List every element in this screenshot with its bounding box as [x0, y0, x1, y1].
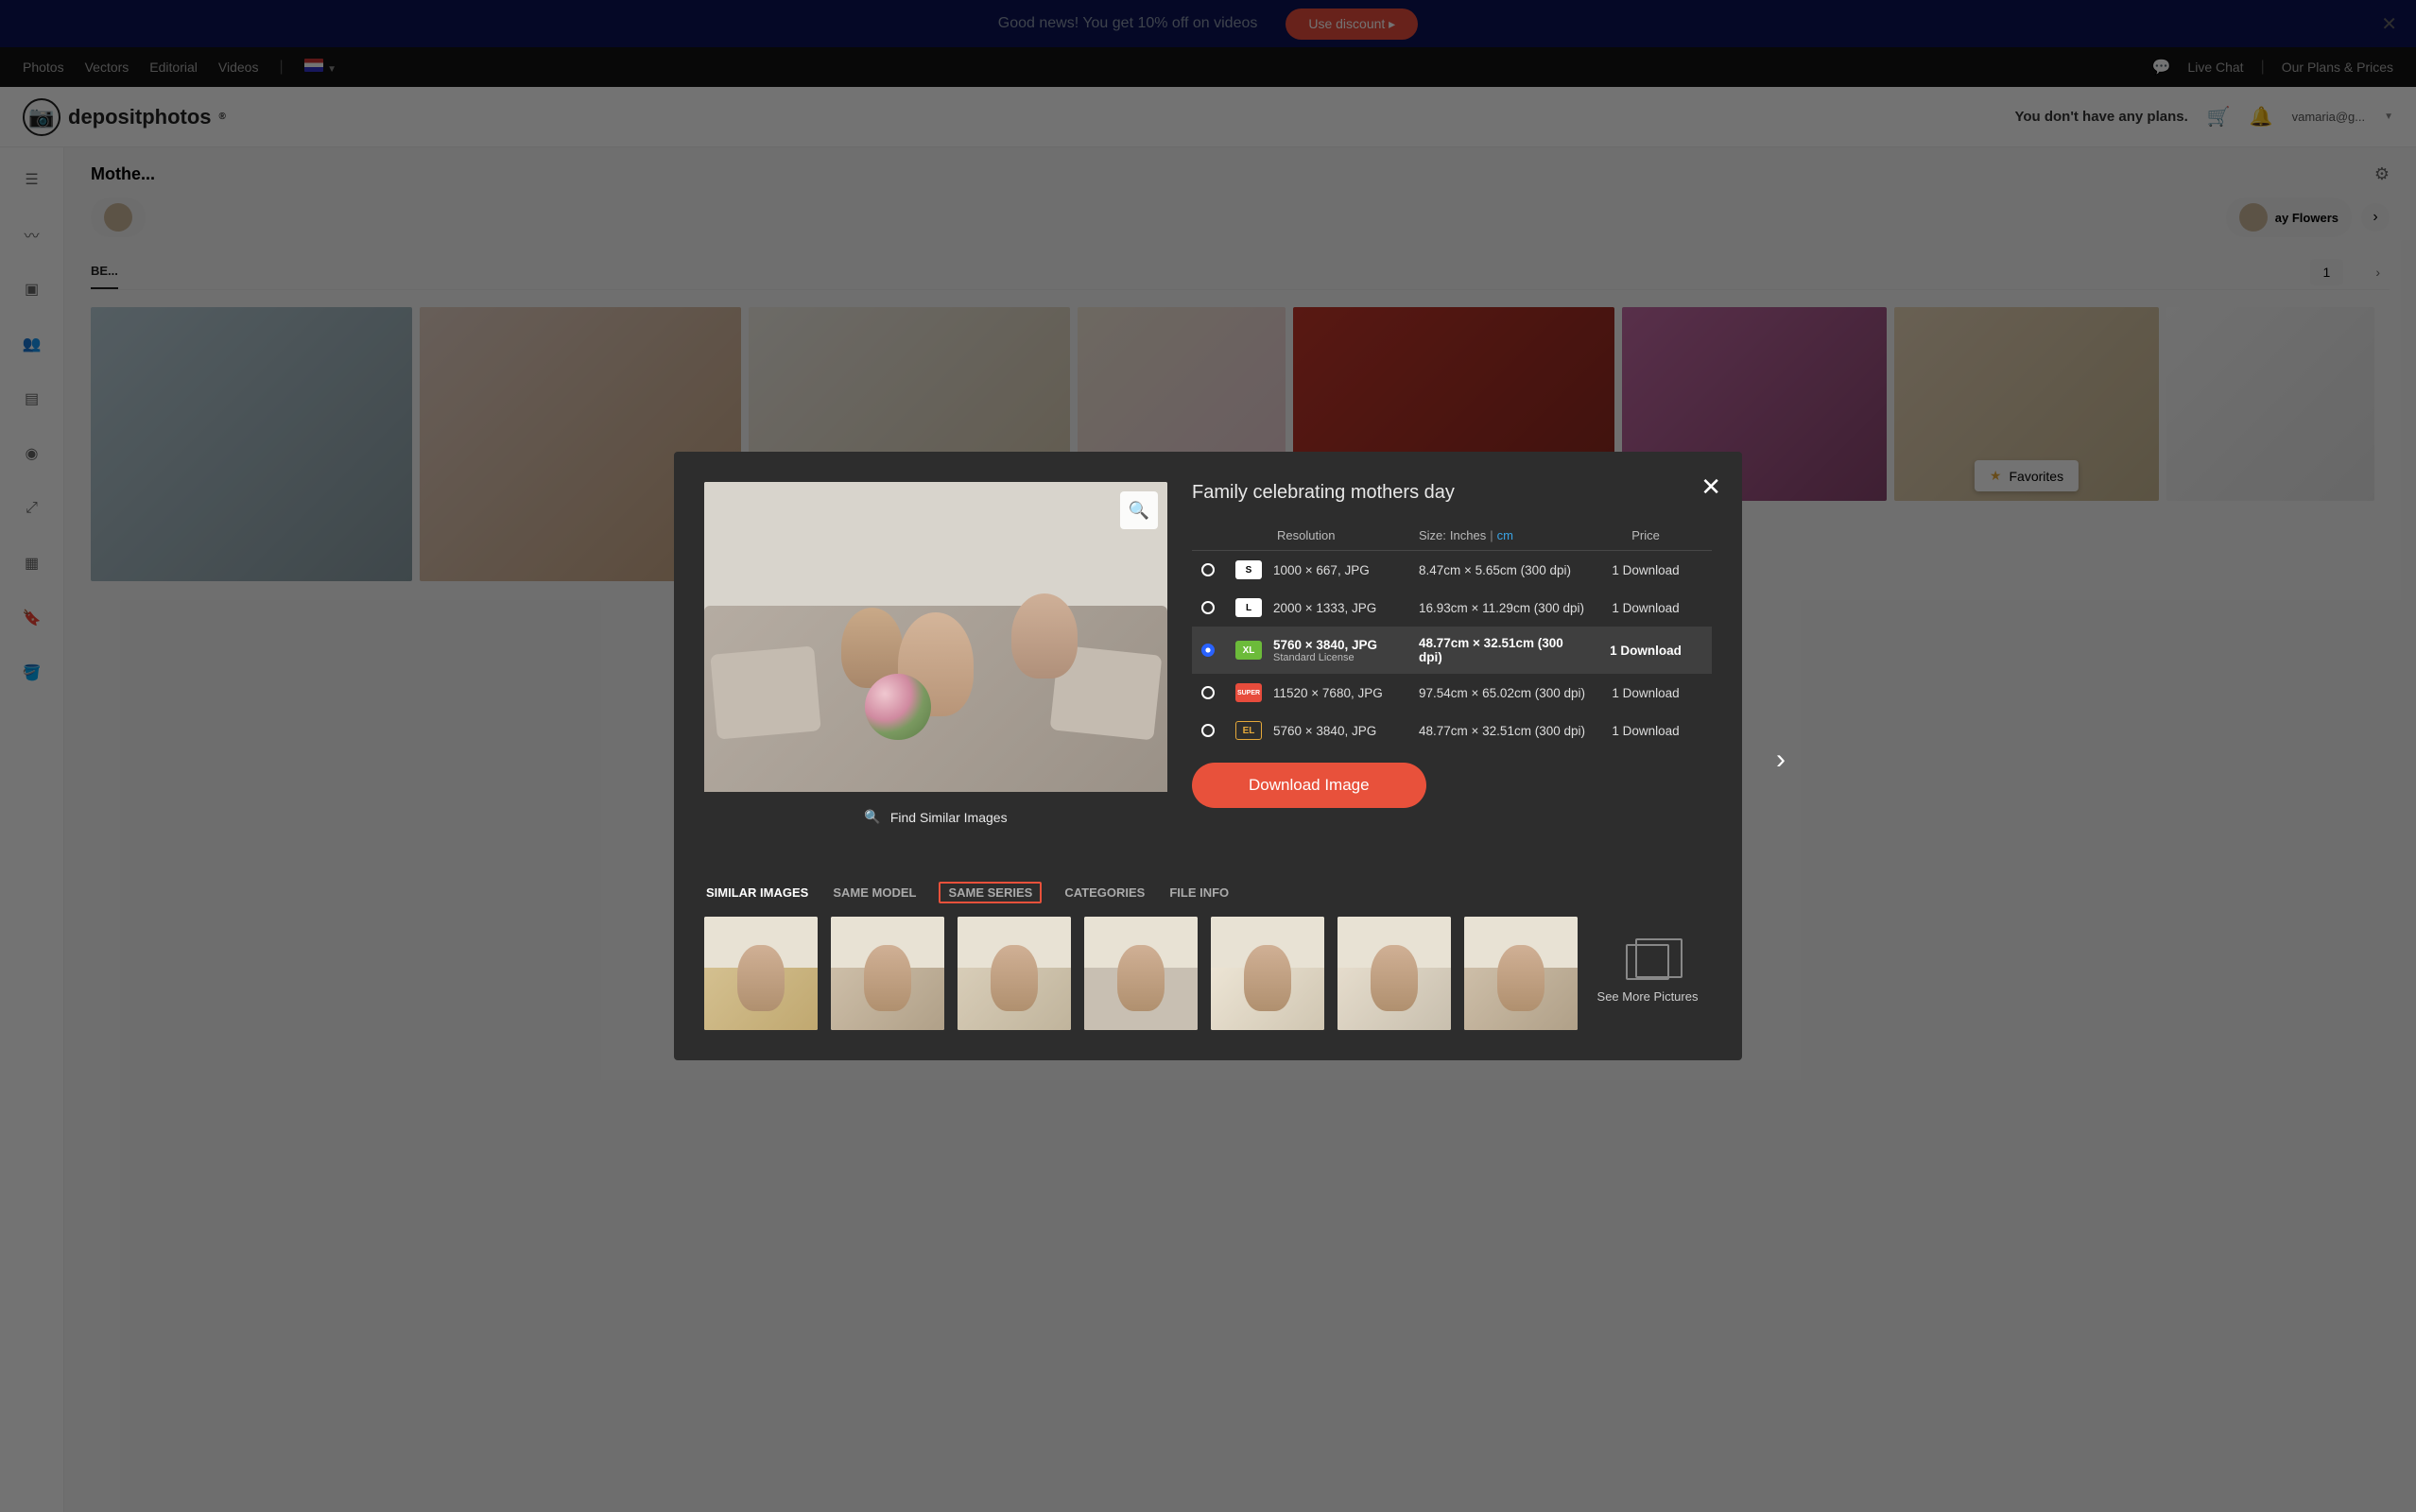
tab-same-model[interactable]: SAME MODEL: [831, 882, 918, 903]
tab-same-series[interactable]: SAME SERIES: [939, 882, 1042, 903]
tab-similar-images[interactable]: SIMILAR IMAGES: [704, 882, 810, 903]
similar-thumb[interactable]: [1464, 917, 1578, 1030]
radio-icon: [1201, 563, 1215, 576]
similar-thumb[interactable]: [1211, 917, 1324, 1030]
resolution-text: 2000 × 1333, JPG: [1273, 601, 1419, 615]
size-option-row[interactable]: XL 5760 × 3840, JPGStandard License 48.7…: [1192, 627, 1712, 674]
resolution-text: 11520 × 7680, JPG: [1273, 686, 1419, 700]
image-detail-modal: ✕ › 🔍 🔍 Find Similar Images: [674, 452, 1742, 1060]
radio-icon: [1201, 686, 1215, 699]
dimensions-text: 8.47cm × 5.65cm (300 dpi): [1419, 563, 1589, 577]
tab-file-info[interactable]: FILE INFO: [1167, 882, 1231, 903]
dimensions-text: 16.93cm × 11.29cm (300 dpi): [1419, 601, 1589, 615]
find-similar-label: Find Similar Images: [890, 810, 1008, 825]
price-text: 1 Download: [1589, 724, 1702, 738]
similar-thumb[interactable]: [704, 917, 818, 1030]
price-text: 1 Download: [1589, 563, 1702, 577]
resolution-text: 5760 × 3840, JPGStandard License: [1273, 638, 1419, 663]
zoom-icon[interactable]: 🔍: [1120, 491, 1158, 529]
see-more-label: See More Pictures: [1597, 989, 1699, 1004]
similar-thumb[interactable]: [958, 917, 1071, 1030]
price-text: 1 Download: [1589, 686, 1702, 700]
size-badge: EL: [1235, 721, 1262, 740]
size-badge: XL: [1235, 641, 1262, 660]
similar-thumbnails: See More Pictures: [704, 917, 1712, 1030]
th-resolution: Resolution: [1277, 528, 1419, 542]
search-icon: 🔍: [864, 809, 880, 825]
size-cm-toggle[interactable]: cm: [1497, 528, 1513, 542]
dimensions-text: 97.54cm × 65.02cm (300 dpi): [1419, 686, 1589, 700]
price-text: 1 Download: [1589, 601, 1702, 615]
tab-categories[interactable]: CATEGORIES: [1062, 882, 1147, 903]
radio-icon: [1201, 724, 1215, 737]
dimensions-text: 48.77cm × 32.51cm (300 dpi): [1419, 724, 1589, 738]
th-price: Price: [1589, 528, 1702, 542]
size-table-header: Resolution Size: Inches | cm Price: [1192, 521, 1712, 551]
resolution-text: 1000 × 667, JPG: [1273, 563, 1419, 577]
stack-icon: [1626, 944, 1669, 980]
modal-overlay[interactable]: ✕ › 🔍 🔍 Find Similar Images: [0, 0, 2416, 1512]
size-option-row[interactable]: SUPER 11520 × 7680, JPG 97.54cm × 65.02c…: [1192, 674, 1712, 712]
price-text: 1 Download: [1589, 644, 1702, 658]
dimensions-text: 48.77cm × 32.51cm (300 dpi): [1419, 636, 1589, 664]
next-image-button[interactable]: ›: [1776, 744, 1786, 776]
size-badge: L: [1235, 598, 1262, 617]
image-preview[interactable]: 🔍: [704, 482, 1167, 792]
size-option-row[interactable]: S 1000 × 667, JPG 8.47cm × 5.65cm (300 d…: [1192, 551, 1712, 589]
size-badge: S: [1235, 560, 1262, 579]
image-title: Family celebrating mothers day: [1192, 482, 1712, 504]
size-option-row[interactable]: EL 5760 × 3840, JPG 48.77cm × 32.51cm (3…: [1192, 712, 1712, 749]
size-option-row[interactable]: L 2000 × 1333, JPG 16.93cm × 11.29cm (30…: [1192, 589, 1712, 627]
similar-thumb[interactable]: [1084, 917, 1198, 1030]
modal-tabs: SIMILAR IMAGES SAME MODEL SAME SERIES CA…: [704, 882, 1712, 903]
similar-thumb[interactable]: [831, 917, 944, 1030]
th-size: Size: Inches | cm: [1419, 528, 1589, 542]
radio-icon: [1201, 601, 1215, 614]
size-inches-toggle[interactable]: Inches: [1450, 528, 1486, 542]
similar-thumb[interactable]: [1337, 917, 1451, 1030]
resolution-text: 5760 × 3840, JPG: [1273, 724, 1419, 738]
see-more-button[interactable]: See More Pictures: [1591, 917, 1704, 1030]
download-button[interactable]: Download Image: [1192, 763, 1426, 808]
size-badge: SUPER: [1235, 683, 1262, 702]
close-button[interactable]: ✕: [1700, 472, 1721, 502]
find-similar-link[interactable]: 🔍 Find Similar Images: [704, 809, 1167, 825]
radio-icon: [1201, 644, 1215, 657]
